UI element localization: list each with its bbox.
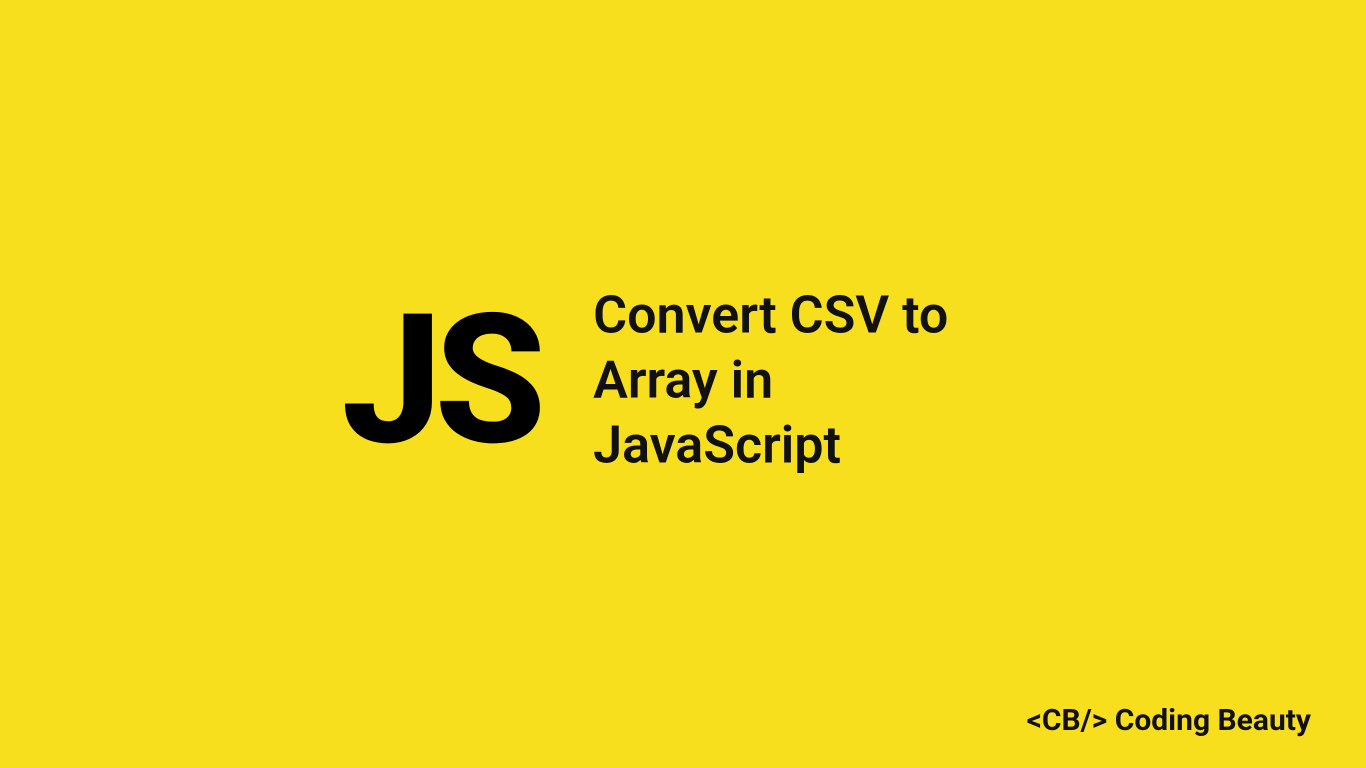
brand-signature: <CB/> Coding Beauty [1027,703,1311,738]
js-logo: JS [342,290,539,470]
main-content: JS Convert CSV to Array in JavaScript [342,283,1025,478]
article-title: Convert CSV to Array in JavaScript [593,283,1024,478]
